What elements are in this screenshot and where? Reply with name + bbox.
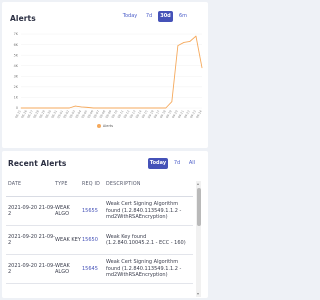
recent-range-today-button[interactable]: Today: [148, 158, 168, 169]
y-tick-label: 7K: [14, 32, 19, 36]
data-point: [62, 107, 64, 109]
data-point: [117, 107, 118, 109]
recent-range-all-button[interactable]: All: [186, 158, 198, 169]
data-point: [68, 107, 70, 109]
data-point: [111, 107, 112, 109]
column-header-date[interactable]: DATE: [6, 179, 55, 188]
row-type: WEAK ALGO: [55, 262, 70, 276]
y-tick-label: 2K: [14, 85, 19, 89]
alerts-chart: 01K2K3K4K5K6K7K08-2508-2608-2708-2808-29…: [14, 32, 203, 119]
range-6m-button[interactable]: 6m: [177, 11, 189, 22]
recent-alerts-card: Recent Alerts Today 7d All DATE TYPE REQ…: [2, 151, 208, 298]
data-point: [93, 107, 94, 109]
legend-label: Alerts: [102, 124, 114, 128]
range-30d-button[interactable]: 30d: [158, 11, 173, 22]
column-header-description[interactable]: DESCRIPTION: [102, 179, 189, 188]
data-point: [171, 101, 173, 103]
series-line-alerts: [21, 35, 203, 109]
scroll-up-icon[interactable]: [197, 183, 199, 185]
alerts-card: Alerts Today 7d 30d 6m 0 1K 2K 3K 4K 5K 6K 7K 08…: [2, 2, 208, 148]
table-row[interactable]: 2021-09-20 21-09-2 WEAK ALGO 15655 Weak …: [6, 197, 193, 226]
alerts-range-selector: Today 7d 30d 6m: [120, 11, 193, 22]
data-point: [56, 107, 58, 109]
data-point: [195, 35, 197, 37]
row-date: 2021-09-20 21-09-2: [8, 262, 55, 276]
data-point: [177, 45, 179, 46]
table-row[interactable]: 2021-09-20 21-09-2 WEAK ALGO 15645 Weak …: [6, 255, 193, 284]
data-point: [123, 107, 124, 109]
row-date: 2021-09-20 21-09-2: [8, 233, 55, 247]
table-scrollbar[interactable]: [196, 181, 201, 297]
recent-range-selector: Today 7d All: [148, 158, 200, 169]
scroll-down-icon[interactable]: [197, 293, 199, 295]
range-today-button[interactable]: Today: [120, 11, 140, 22]
data-point: [74, 105, 76, 107]
data-point: [129, 107, 130, 109]
data-point: [20, 107, 22, 109]
row-description: Weak Cert Signing Algorithm found (1.2.8…: [106, 201, 182, 221]
data-point: [80, 106, 82, 108]
data-point: [165, 107, 167, 109]
chart-legend[interactable]: Alerts: [2, 124, 208, 128]
range-7d-button[interactable]: 7d: [144, 11, 154, 22]
data-point: [26, 107, 28, 109]
legend-dot-icon: [96, 124, 101, 128]
data-point: [189, 41, 191, 42]
data-point: [201, 67, 203, 69]
row-description: Weak Cert Signing Algorithm found (1.2.8…: [106, 259, 182, 279]
table-header: DATE TYPE REQ ID DESCRIPTION: [6, 179, 193, 197]
data-point: [38, 107, 40, 109]
row-req-id-link[interactable]: 15655: [82, 208, 106, 215]
row-date: 2021-09-20 21-09-2: [8, 204, 55, 218]
row-type: WEAK KEY: [55, 236, 81, 243]
data-point: [153, 107, 155, 109]
row-type: WEAK ALGO: [55, 204, 70, 218]
recent-alerts-title: Recent Alerts: [8, 159, 67, 168]
data-point: [32, 107, 34, 109]
data-point: [141, 107, 143, 109]
recent-alerts-table: DATE TYPE REQ ID DESCRIPTION 2021-09-20 …: [6, 179, 193, 297]
data-point: [99, 107, 100, 109]
data-point: [135, 107, 136, 109]
x-tick-label: 09-24: [195, 109, 203, 119]
row-description: Weak Key found (1.2.840.10045.2.1 - ECC …: [106, 233, 186, 247]
data-point: [87, 107, 88, 108]
data-point: [147, 107, 149, 109]
y-tick-label: 5K: [14, 53, 19, 57]
data-point: [183, 42, 185, 43]
scrollbar-thumb[interactable]: [196, 188, 201, 226]
y-tick-label: 4K: [14, 64, 19, 68]
data-point: [159, 107, 161, 109]
y-tick-label: 1K: [14, 96, 19, 100]
data-point: [44, 107, 46, 109]
y-tick-label: 6K: [14, 43, 19, 47]
row-req-id-link[interactable]: 15650: [82, 237, 106, 244]
column-header-type[interactable]: TYPE: [55, 179, 82, 188]
y-tick-label: 3K: [14, 74, 19, 78]
column-header-req-id[interactable]: REQ ID: [82, 179, 102, 188]
alerts-title: Alerts: [10, 14, 36, 23]
table-row[interactable]: 2021-09-20 21-09-2 WEAK KEY 15650 Weak K…: [6, 226, 193, 255]
row-req-id-link[interactable]: 15645: [82, 266, 106, 273]
data-point: [105, 107, 106, 109]
recent-range-7d-button[interactable]: 7d: [170, 158, 184, 169]
data-point: [50, 107, 52, 109]
